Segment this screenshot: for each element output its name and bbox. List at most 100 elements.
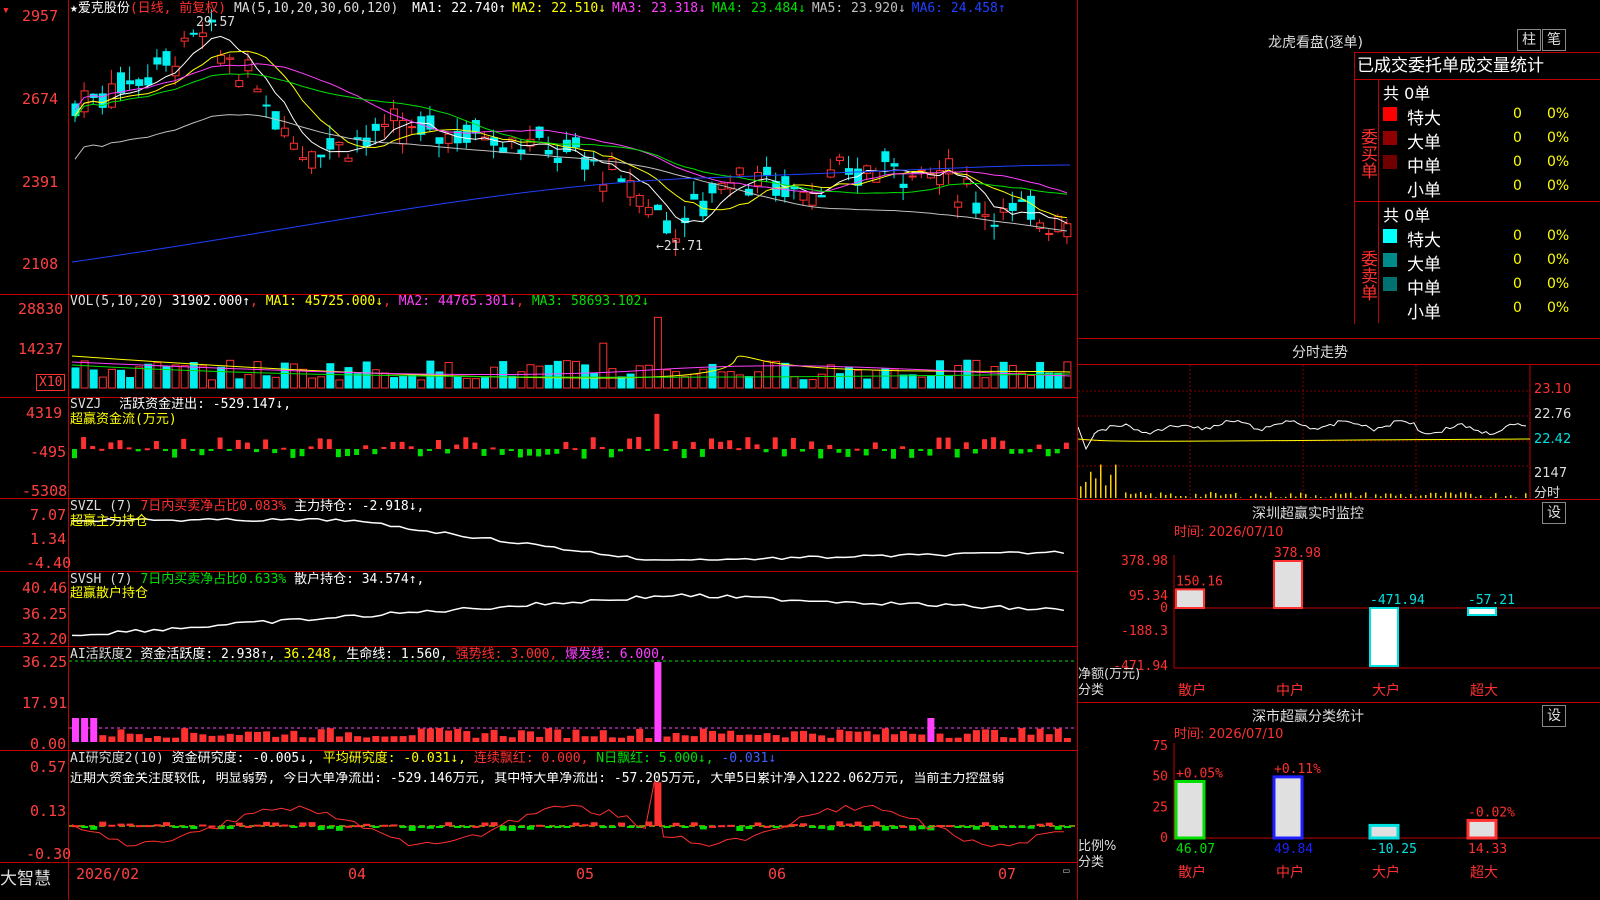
research-bar <box>363 823 371 826</box>
activity-bar <box>991 729 999 742</box>
candle <box>544 149 553 155</box>
order-pct: 0% <box>1547 252 1570 268</box>
vol-unit-badge[interactable]: X10 <box>36 374 66 391</box>
bar-value: 14.33 <box>1468 842 1507 857</box>
activity-bar <box>881 728 889 742</box>
y-tick: 2674 <box>22 90 59 108</box>
tab-trade[interactable]: 笔 <box>1542 29 1566 51</box>
candle <box>535 126 544 138</box>
y-tick: 23.10 <box>1534 382 1572 397</box>
monitor-bar-chart[interactable]: 378.9895.340-188.3-471.94150.16散户378.98中… <box>1078 500 1600 702</box>
research-bar <box>736 826 744 831</box>
research-bar <box>399 826 407 828</box>
order-count: 0 <box>1513 276 1522 292</box>
research-bar <box>545 826 553 828</box>
stock-name[interactable]: ★爱克股份 <box>70 1 130 16</box>
candle <box>599 184 608 192</box>
activity-bar <box>954 737 962 742</box>
vol-bar <box>835 373 844 389</box>
flow-bar <box>454 444 460 449</box>
research-bar <box>745 826 753 830</box>
activity-bar <box>290 730 298 742</box>
flow-bar <box>763 449 769 453</box>
menu-icon[interactable]: ▾ <box>2 3 10 18</box>
fenshi-chart[interactable] <box>1078 339 1600 499</box>
tab-bar[interactable]: 柱 <box>1517 29 1541 51</box>
research-bar <box>991 826 999 831</box>
vol-bar <box>107 368 116 389</box>
y-tick: -4.40 <box>26 554 72 572</box>
activity-bar <box>972 730 980 742</box>
activity-bar <box>1000 737 1008 742</box>
activity-bar <box>672 733 680 742</box>
chart-area[interactable]: ▾ ★爱克股份(日线, 前复权) MA(5,10,20,30,60,120) M… <box>0 0 1078 900</box>
vol-bar <box>690 373 699 389</box>
flow-bar <box>163 449 168 452</box>
svsh-legend: SVSH (7) 7日内买卖净占比0.633% 散户持仓: 34.574↑, <box>70 572 425 587</box>
period-label[interactable]: (日线, 前复权) <box>130 1 226 16</box>
tick-vol-bar <box>1115 464 1117 498</box>
tick-vol-bar <box>1365 492 1367 498</box>
activity-bar <box>699 728 707 742</box>
vol-bar <box>153 362 162 389</box>
y-tick: 2147 <box>1534 466 1568 481</box>
y-tick: -0.30 <box>26 845 72 863</box>
ma-legend-item: MA4: 23.484↓ <box>711 1 806 16</box>
activity-bar <box>563 737 571 742</box>
ma-legend-item: MA6: 24.458↑ <box>911 1 1006 16</box>
tick-vol-bar <box>1310 497 1312 498</box>
tick-vol-bar <box>1225 494 1227 498</box>
vol-bar <box>80 360 89 389</box>
research-bar <box>272 822 280 826</box>
tick-vol-bar <box>1305 494 1307 498</box>
flow-bar <box>135 449 141 452</box>
research-bar <box>90 826 98 830</box>
tick-vol-bar <box>1095 478 1097 498</box>
x-tick: 05 <box>576 865 595 883</box>
research-bar <box>608 826 616 828</box>
order-size-label: 大单 <box>1407 133 1441 153</box>
vol-bar <box>1063 361 1072 389</box>
category-label: 大户 <box>1372 682 1400 699</box>
activity-bar <box>863 731 871 742</box>
flow-bar <box>545 449 551 455</box>
flow-bar <box>372 449 378 455</box>
flow-bar <box>845 449 851 457</box>
ma-line <box>71 164 1071 263</box>
candle <box>517 149 526 154</box>
activity-bar <box>809 733 817 742</box>
vol-bar <box>917 376 926 389</box>
research-bar <box>945 825 953 828</box>
flow-bar <box>354 449 360 456</box>
order-row: 中单 0 0% <box>1383 274 1600 299</box>
vol-bar <box>344 367 353 389</box>
stats-bar-chart[interactable]: 75 50 25 0 +0.05% 46.07 散户 +0.11% 49.84 中户 -10.25 大… <box>1078 703 1600 900</box>
sz-monitor-panel[interactable]: 深圳超赢实时监控 设 时间: 2026/07/10 378.98 95.34 0 -1… <box>1078 500 1600 703</box>
flow-bar <box>772 437 778 449</box>
vol-bar <box>253 361 262 389</box>
research-bar <box>918 826 926 830</box>
x-tick: 04 <box>348 865 367 883</box>
activity-bar <box>354 736 362 742</box>
vol-bar <box>890 368 899 389</box>
flow-bar <box>436 439 441 449</box>
tick-vol-bar <box>1210 492 1212 498</box>
research-bar <box>517 826 525 828</box>
monitor-bar <box>1369 607 1399 667</box>
candle <box>217 54 226 64</box>
activity-bar <box>554 729 562 742</box>
svsh-sub: 超赢散户持仓 <box>70 586 149 601</box>
tick-vol-bar <box>1185 496 1187 498</box>
tick-vol-bar <box>1470 493 1472 498</box>
fenshi-panel[interactable]: 分时走势 23.10 22.76 22.42 2147 分时 <box>1078 339 1600 501</box>
svzj-legend: SVZJ 活跃资金进出: -529.147↓, <box>70 397 292 412</box>
activity-bar <box>763 733 771 742</box>
research-bar <box>190 826 198 830</box>
sz-stats-panel[interactable]: 深市超赢分类统计 设 时间: 2026/07/10 75 50 25 0 +0.05% 4… <box>1078 703 1600 900</box>
vol-bar <box>317 376 326 389</box>
tick-vol-bar <box>1300 492 1302 498</box>
activity-bar <box>363 737 371 742</box>
lock-icon[interactable]: ▭ <box>1063 864 1070 877</box>
flow-bar <box>99 448 105 451</box>
y-tick: 40.46 <box>22 579 68 597</box>
